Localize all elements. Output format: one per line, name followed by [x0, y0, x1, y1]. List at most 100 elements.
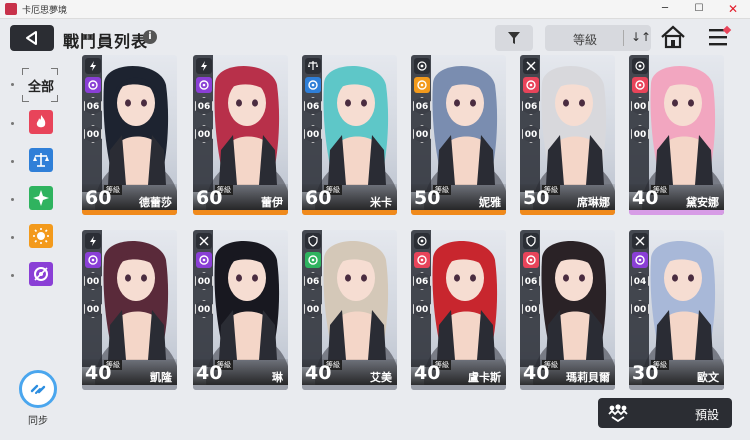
stat-strip [82, 55, 102, 192]
stat-strip [411, 55, 431, 192]
operator-card[interactable]: 06 00 等級 60 德蕾莎 [82, 55, 177, 215]
menu-button[interactable] [706, 25, 734, 51]
rarity-bar [629, 385, 724, 390]
rarity-bar [411, 385, 506, 390]
operator-card[interactable]: 06 00 等級 60 米卡 [302, 55, 397, 215]
operator-card[interactable]: 06 00 等級 60 蕾伊 [193, 55, 288, 215]
rarity-bar [629, 210, 724, 215]
info-icon[interactable]: i [143, 30, 157, 44]
level-value: 50 [523, 187, 550, 209]
home-button[interactable] [660, 25, 688, 51]
side-dot [11, 236, 14, 239]
filter-all-button[interactable]: 全部 [22, 68, 58, 102]
rarity-bar [193, 385, 288, 390]
level-value: 40 [85, 362, 112, 384]
filter-sun-button[interactable] [29, 224, 53, 248]
void-icon [34, 267, 48, 281]
element-icon [305, 252, 321, 268]
stat-strip [302, 230, 322, 367]
level-value: 60 [305, 187, 332, 209]
stat-strip [193, 230, 213, 367]
operator-name: 瑪莉貝爾 [566, 371, 610, 384]
sort-label: 等級 [573, 33, 598, 47]
operator-name: 席琳娜 [577, 196, 610, 209]
sort-order-icon[interactable]: ↓↑ [631, 30, 651, 44]
sun-icon [33, 228, 49, 244]
lightning-icon [196, 58, 212, 74]
rarity-bar [520, 385, 615, 390]
window-title: 卡厄思夢境 [22, 6, 68, 16]
stat-strip [193, 55, 213, 192]
level-value: 60 [196, 187, 223, 209]
window-titlebar: 卡厄思夢境 ─ ☐ ✕ [0, 0, 750, 19]
level-value: 40 [523, 362, 550, 384]
lightning-icon [85, 58, 101, 74]
side-dot [11, 122, 14, 125]
element-icon [523, 77, 539, 93]
funnel-icon [508, 32, 520, 44]
element-filter-sidebar: 全部 同步 [0, 60, 60, 440]
back-button[interactable] [10, 25, 54, 51]
stat-strip [629, 230, 649, 367]
rarity-bar [302, 385, 397, 390]
operator-card[interactable]: 06 00 等級 40 盧卡斯 [411, 230, 506, 390]
operator-name: 米卡 [370, 196, 392, 209]
preset-button[interactable]: 預設 [598, 398, 732, 428]
operator-card[interactable]: 00 00 等級 40 黛安娜 [629, 55, 724, 215]
level-value: 30 [632, 362, 659, 384]
operator-card[interactable]: 06 00 等級 40 艾美 [302, 230, 397, 390]
operator-name: 德蕾莎 [139, 196, 172, 209]
crossed-swords-icon [196, 233, 212, 249]
app-icon [5, 3, 17, 15]
operator-card[interactable]: 00 00 等級 40 琳 [193, 230, 288, 390]
operator-card[interactable]: 04 00 等級 30 歐文 [629, 230, 724, 390]
fire-icon [36, 115, 46, 128]
filter-button[interactable] [495, 25, 533, 51]
sync-label: 同步 [28, 416, 48, 427]
filter-star-button[interactable] [29, 186, 53, 210]
level-value: 40 [414, 362, 441, 384]
operator-card[interactable]: 00 00 等級 40 凱隆 [82, 230, 177, 390]
shield-icon [523, 233, 539, 249]
operator-name: 盧卡斯 [468, 371, 501, 384]
operator-name: 歐文 [697, 371, 719, 384]
filter-fire-button[interactable] [29, 110, 53, 134]
operator-card[interactable]: 06 00 等級 50 席琳娜 [520, 55, 615, 215]
operator-name: 黛安娜 [686, 196, 719, 209]
operator-card[interactable]: 06 00 等級 50 妮雅 [411, 55, 506, 215]
element-icon [632, 77, 648, 93]
element-icon [414, 252, 430, 268]
sort-divider [623, 30, 624, 46]
level-value: 50 [414, 187, 441, 209]
operator-name: 琳 [272, 371, 283, 384]
operator-card[interactable]: 06 00 等級 40 瑪莉貝爾 [520, 230, 615, 390]
rarity-bar [302, 210, 397, 215]
operator-name: 凱隆 [150, 371, 172, 384]
sync-link-icon [30, 384, 46, 394]
filter-void-button[interactable] [29, 262, 53, 286]
crossed-swords-icon [632, 233, 648, 249]
four-point-star-icon [33, 190, 49, 206]
sort-control[interactable]: 等級 ↓↑ [545, 25, 651, 51]
rarity-bar [520, 210, 615, 215]
stat-strip [629, 55, 649, 192]
operator-card-grid: 06 00 等級 60 德蕾莎 06 00 等級 60 蕾伊 06 00 等級 … [82, 55, 740, 395]
element-icon [196, 77, 212, 93]
crossed-swords-icon [523, 58, 539, 74]
sync-button[interactable] [19, 370, 57, 408]
filter-balance-button[interactable] [29, 148, 53, 172]
minimize-button[interactable]: ─ [648, 0, 682, 18]
stat-strip [520, 55, 540, 192]
element-icon [414, 77, 430, 93]
selected-indicator [11, 83, 14, 86]
maximize-button[interactable]: ☐ [682, 0, 716, 18]
preset-label: 預設 [695, 408, 720, 422]
back-arrow-icon [26, 31, 37, 45]
target-icon [632, 58, 648, 74]
close-button[interactable]: ✕ [716, 0, 750, 18]
operator-name: 艾美 [370, 371, 392, 384]
element-icon [85, 77, 101, 93]
rarity-bar [411, 210, 506, 215]
home-icon [661, 25, 685, 49]
filter-all-label: 全部 [28, 80, 55, 95]
